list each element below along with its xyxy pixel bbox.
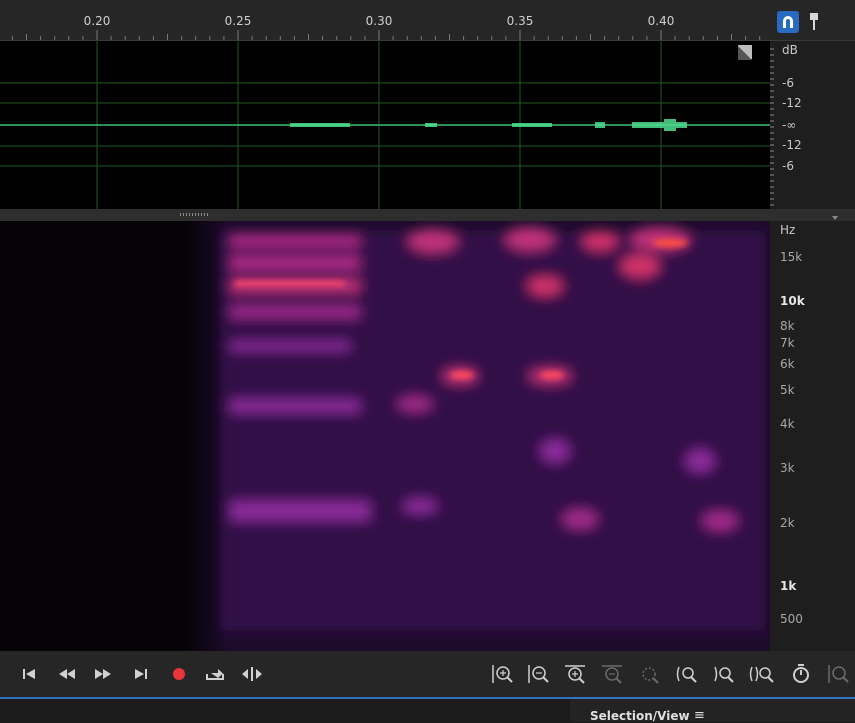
panel-splitter[interactable] — [0, 209, 770, 221]
spectral-frequency-display[interactable] — [0, 221, 770, 651]
ruler-label: 0.35 — [506, 14, 534, 28]
skip-selection-icon[interactable] — [241, 664, 263, 684]
hz-label: 5k — [780, 383, 795, 397]
hz-label: 8k — [780, 319, 795, 333]
hz-unit-label: Hz — [780, 223, 796, 237]
magnet-icon[interactable] — [777, 11, 799, 33]
db-label: -∞ — [782, 118, 797, 132]
hud-toggle-icon[interactable] — [738, 45, 752, 60]
hz-label: 10k — [780, 294, 805, 308]
amplitude-scale: dB -6 -12 -∞ -12 -6 — [770, 41, 855, 209]
ruler-label: 0.20 — [83, 14, 111, 28]
zoom-out-full-icon[interactable] — [748, 663, 774, 685]
zoom-selection-icon[interactable] — [637, 663, 663, 685]
skip-to-end-icon[interactable] — [130, 664, 152, 684]
zoom-in-amplitude-icon[interactable] — [490, 663, 516, 685]
panel-menu-icon[interactable]: ≡ — [694, 708, 705, 723]
db-label: -12 — [782, 96, 802, 110]
db-label: -12 — [782, 138, 802, 152]
db-label: -6 — [782, 159, 794, 173]
zoom-in-frequency-icon[interactable] — [826, 663, 852, 685]
rewind-icon[interactable] — [56, 664, 78, 684]
zoom-in-left-icon[interactable] — [675, 663, 701, 685]
hz-label: 1k — [780, 579, 797, 593]
time-ruler[interactable]: 0.20 0.25 0.30 0.35 0.40 — [0, 0, 770, 41]
splitter-corner[interactable] — [770, 209, 855, 221]
ruler-label: 0.40 — [647, 14, 675, 28]
hz-label: 7k — [780, 336, 795, 350]
zoom-out-time-icon[interactable] — [600, 663, 626, 685]
zoom-in-time-icon[interactable] — [563, 663, 589, 685]
hz-label: 3k — [780, 461, 795, 475]
transport-bar — [0, 651, 855, 699]
zoom-out-amplitude-icon[interactable] — [526, 663, 552, 685]
ruler-label: 0.25 — [224, 14, 252, 28]
pin-icon[interactable] — [808, 12, 826, 32]
hz-label: 500 — [780, 612, 803, 626]
hz-label: 15k — [780, 250, 803, 264]
fast-forward-icon[interactable] — [92, 664, 114, 684]
record-icon[interactable] — [168, 664, 190, 684]
waveform-display[interactable] — [0, 41, 770, 209]
db-unit-label: dB — [782, 43, 798, 57]
editor-lower-panel — [0, 699, 570, 722]
hz-label: 4k — [780, 417, 795, 431]
frequency-scale: Hz 15k 10k 8k 7k 6k 5k 4k 3k 2k 1k 500 — [770, 221, 855, 651]
hz-label: 6k — [780, 357, 795, 371]
db-label: -6 — [782, 76, 794, 90]
editor-toolbar-right — [770, 0, 855, 41]
zoom-reset-icon[interactable] — [790, 663, 816, 685]
zoom-in-right-icon[interactable] — [712, 663, 738, 685]
skip-to-start-icon[interactable] — [18, 664, 40, 684]
ruler-label: 0.30 — [365, 14, 393, 28]
hz-label: 2k — [780, 516, 795, 530]
loop-icon[interactable] — [204, 664, 226, 684]
selection-view-panel-title[interactable]: Selection/View — [590, 709, 690, 723]
